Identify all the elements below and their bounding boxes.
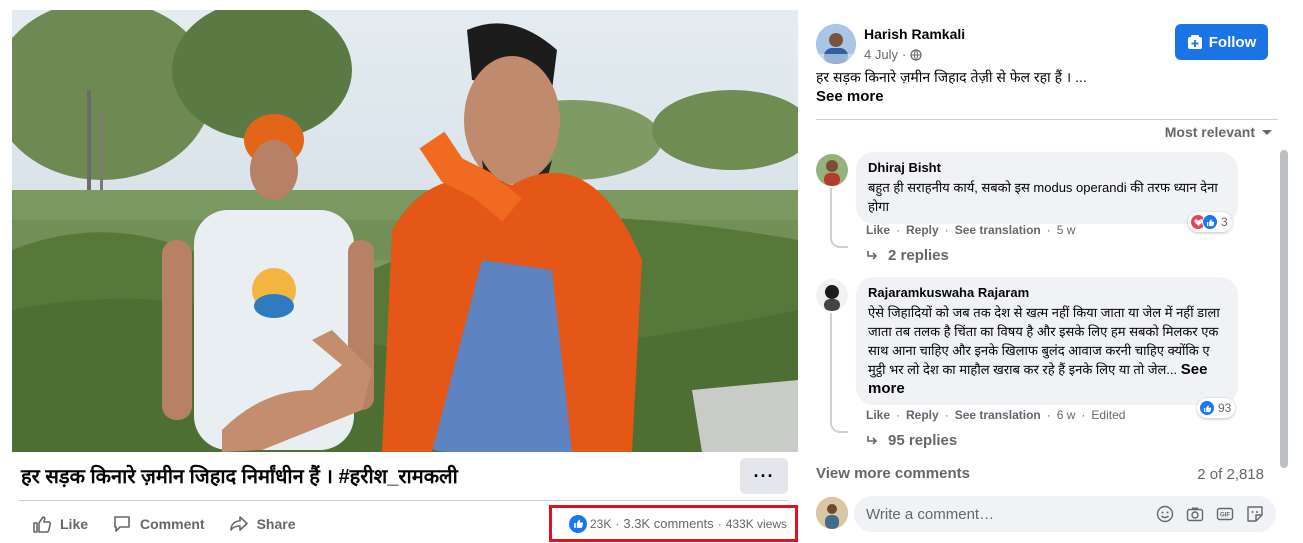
comment-button[interactable]: Comment bbox=[112, 512, 205, 536]
comment-reactions[interactable]: 93 bbox=[1197, 398, 1236, 418]
video-player[interactable] bbox=[12, 10, 798, 452]
facebook-video-post: हर सड़क किनारे ज़मीन जिहाद निर्मांधीन है… bbox=[0, 0, 1303, 543]
comment-bubble: Rajaramkuswaha Rajaram ऐसे जिहादियों को … bbox=[856, 277, 1238, 405]
replies-label: 95 replies bbox=[888, 432, 958, 449]
comments-scrollbar[interactable] bbox=[1280, 150, 1288, 468]
like-reaction-icon bbox=[1202, 214, 1218, 230]
follow-button[interactable]: Follow bbox=[1175, 24, 1268, 60]
gif-icon[interactable]: GIF bbox=[1216, 505, 1234, 523]
reply-arrow-icon bbox=[867, 435, 878, 445]
comment-text: बहुत ही सराहनीय कार्य, सबको इस modus ope… bbox=[868, 180, 1218, 214]
sticker-icon[interactable] bbox=[1246, 505, 1264, 523]
thread-connector bbox=[830, 313, 848, 433]
current-user-avatar[interactable] bbox=[816, 497, 848, 529]
comments-shown-count: 2 of 2,818 bbox=[1197, 466, 1264, 483]
comment-actions: Like · Reply · See translation · 6 w · E… bbox=[866, 408, 1126, 422]
see-more-link[interactable]: See more bbox=[816, 88, 884, 105]
post-date[interactable]: 4 July bbox=[864, 47, 898, 62]
post-caption: हर सड़क किनारे ज़मीन जिहाद तेज़ी से फेल … bbox=[816, 69, 1087, 85]
comment-composer[interactable]: GIF bbox=[854, 496, 1276, 532]
see-translation-link[interactable]: See translation bbox=[955, 223, 1041, 237]
view-replies-button[interactable]: 95 replies bbox=[866, 432, 957, 449]
author-name[interactable]: Harish Ramkali bbox=[864, 26, 965, 42]
post-actions: Like Comment Share bbox=[32, 512, 320, 536]
speech-bubble-icon bbox=[114, 516, 130, 532]
like-reaction-icon bbox=[569, 514, 587, 533]
reaction-count: 3 bbox=[1221, 215, 1228, 229]
post-sidebar: Harish Ramkali 4 July · Follow हर सड़क क… bbox=[802, 10, 1294, 543]
comment-like-button[interactable]: Like bbox=[866, 223, 890, 237]
comment-author[interactable]: Dhiraj Bisht bbox=[868, 160, 1226, 175]
comment-reply-button[interactable]: Reply bbox=[906, 408, 939, 422]
replies-label: 2 replies bbox=[888, 247, 949, 264]
reaction-count[interactable]: 23K bbox=[590, 517, 611, 531]
svg-text:GIF: GIF bbox=[1220, 513, 1230, 519]
divider bbox=[18, 500, 788, 501]
thread-connector bbox=[830, 188, 848, 248]
share-label: Share bbox=[256, 516, 296, 532]
comment-reactions[interactable]: 3 bbox=[1188, 212, 1232, 232]
comment-bubble: Dhiraj Bisht बहुत ही सराहनीय कार्य, सबको… bbox=[856, 152, 1238, 224]
share-arrow-icon bbox=[229, 516, 248, 531]
reply-arrow-icon bbox=[867, 250, 878, 260]
comment-sort-dropdown[interactable]: Most relevant bbox=[1165, 124, 1273, 140]
thumbs-up-icon bbox=[33, 516, 52, 533]
comment-count[interactable]: 3.3K comments bbox=[623, 516, 713, 531]
comment-author[interactable]: Rajaramkuswaha Rajaram bbox=[868, 285, 1226, 300]
post-meta: 4 July · bbox=[864, 47, 922, 62]
video-title: हर सड़क किनारे ज़मीन जिहाद निर्मांधीन है… bbox=[21, 466, 458, 488]
caret-down-icon bbox=[1262, 130, 1272, 135]
view-more-comments-link[interactable]: View more comments bbox=[816, 465, 970, 482]
view-replies-button[interactable]: 2 replies bbox=[866, 247, 949, 264]
video-frame-illustration bbox=[12, 10, 798, 452]
view-count: 433K views bbox=[725, 516, 788, 531]
more-options-button[interactable]: ··· bbox=[740, 458, 788, 494]
divider bbox=[816, 119, 1278, 120]
see-translation-link[interactable]: See translation bbox=[955, 408, 1041, 422]
comment-input[interactable] bbox=[866, 505, 1156, 523]
emoji-icon[interactable] bbox=[1156, 505, 1174, 523]
comment-time[interactable]: 6 w bbox=[1057, 408, 1076, 422]
avatar[interactable] bbox=[816, 279, 848, 311]
reaction-count: 93 bbox=[1218, 401, 1232, 415]
comment-like-button[interactable]: Like bbox=[866, 408, 890, 422]
avatar[interactable] bbox=[816, 154, 848, 186]
separator: · bbox=[717, 516, 722, 531]
comment-time[interactable]: 5 w bbox=[1057, 223, 1076, 237]
comment-reply-button[interactable]: Reply bbox=[906, 223, 939, 237]
comment-body: ऐसे जिहादियों को जब तक देश से खत्म नहीं … bbox=[868, 303, 1226, 398]
add-page-icon bbox=[1187, 35, 1202, 49]
like-label: Like bbox=[60, 516, 89, 532]
share-button[interactable]: Share bbox=[229, 512, 296, 536]
edited-label: Edited bbox=[1091, 408, 1126, 422]
comment-label: Comment bbox=[140, 516, 205, 532]
camera-icon[interactable] bbox=[1186, 505, 1204, 523]
engagement-stats-highlighted: 23K · 3.3K comments · 433K views bbox=[549, 505, 798, 542]
author-avatar[interactable] bbox=[816, 24, 856, 64]
separator: · bbox=[615, 516, 620, 531]
sort-label: Most relevant bbox=[1164, 124, 1255, 140]
like-reaction-icon bbox=[1199, 400, 1215, 416]
comment-text: ऐसे जिहादियों को जब तक देश से खत्म नहीं … bbox=[868, 305, 1220, 377]
composer-tools: GIF bbox=[1156, 505, 1264, 523]
globe-icon bbox=[910, 48, 922, 61]
follow-label: Follow bbox=[1208, 33, 1257, 51]
like-button[interactable]: Like bbox=[32, 512, 88, 536]
separator: · bbox=[901, 47, 907, 62]
comment-actions: Like · Reply · See translation · 5 w bbox=[866, 223, 1076, 237]
